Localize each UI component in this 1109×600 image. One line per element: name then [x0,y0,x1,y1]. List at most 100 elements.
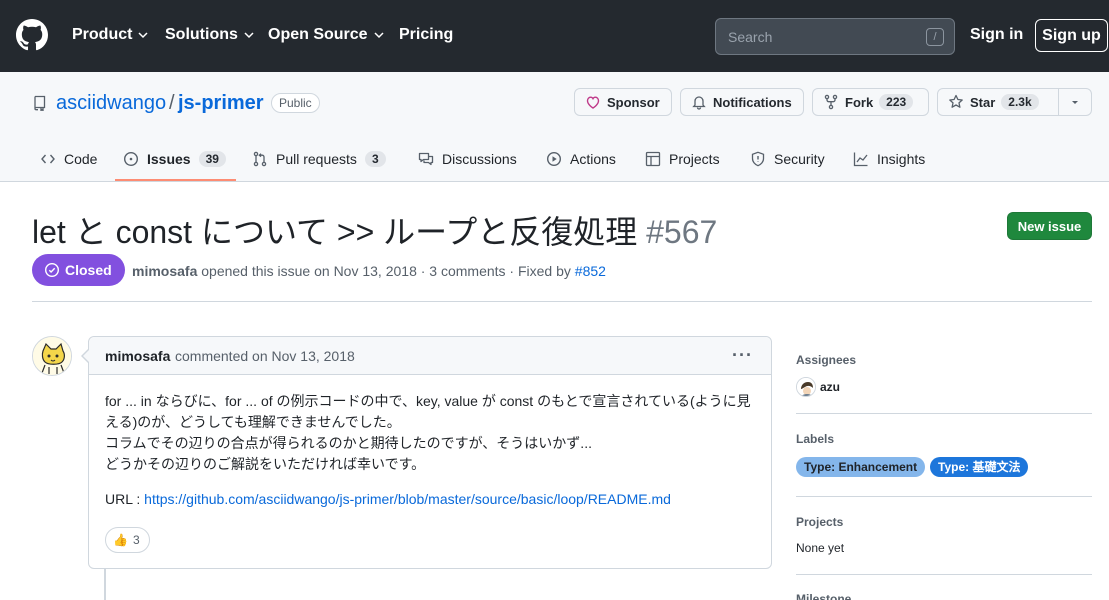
chevron-down-icon [138,32,148,39]
selected-tab-underline [115,179,236,181]
github-logo-icon[interactable] [16,19,48,51]
tab-insights[interactable]: Insights [853,149,925,169]
nav-open-source-label: Open Source [268,26,368,43]
repo-owner-link[interactable]: asciidwango [56,92,166,115]
tab-security-label: Security [774,151,825,167]
pull-request-icon [253,151,267,167]
search-shortcut-key: / [926,28,944,46]
issue-author-link[interactable]: mimosafa [132,263,197,279]
fork-count: 223 [879,94,914,110]
fork-button[interactable]: Fork 223 [812,88,929,116]
nav-pricing[interactable]: Pricing [399,26,453,44]
chevron-down-icon [374,32,384,39]
discussions-icon [418,152,434,166]
comment-arrow-fill [83,349,90,363]
repo-separator: / [169,92,175,114]
assignee-avatar [796,377,816,397]
sign-up-button[interactable]: Sign up [1035,19,1108,52]
search-input[interactable]: Search / [715,18,955,55]
avatar[interactable] [32,336,72,376]
tab-projects[interactable]: Projects [645,149,720,169]
nav-pricing-label: Pricing [399,26,454,43]
assignee-avatar-icon [797,378,815,396]
tab-discussions-label: Discussions [442,151,517,167]
star-icon [949,94,963,108]
star-count: 2.3k [1001,94,1039,110]
tab-issues[interactable]: Issues 39 [123,149,226,169]
play-icon [546,151,562,167]
labels-heading[interactable]: Labels [796,432,834,446]
issue-comment: mimosafa commented on Nov 13, 2018 ··· f… [88,336,772,569]
nav-open-source[interactable]: Open Source [268,26,384,44]
projects-heading[interactable]: Projects [796,515,843,529]
star-list-dropdown[interactable] [1058,88,1092,116]
tab-code[interactable]: Code [40,149,97,169]
sign-in-link[interactable]: Sign in [970,26,1023,44]
projects-value: None yet [796,541,845,555]
comment-header: mimosafa commented on Nov 13, 2018 ··· [89,337,771,375]
thumbs-up-icon: 👍 [113,533,128,547]
issue-state-badge: Closed [32,254,125,286]
table-icon [645,151,661,167]
label-enhancement[interactable]: Type: Enhancement [796,457,926,477]
milestone-heading[interactable]: Milestone [796,592,851,600]
shield-icon [751,151,765,167]
code-icon [41,154,55,164]
heart-icon [586,96,600,109]
assignees-heading[interactable]: Assignees [796,353,856,367]
star-button[interactable]: Star 2.3k [937,88,1059,116]
tab-discussions[interactable]: Discussions [418,149,517,169]
issue-icon [123,151,139,167]
repo-icon [34,95,46,111]
comment-paragraph: for ... in ならびに、for ... of の例示コードの中で、key… [105,393,751,430]
tab-security[interactable]: Security [750,149,825,169]
tab-pull-requests[interactable]: Pull requests 3 [252,149,386,169]
assignee-name: azu [820,380,841,394]
check-circle-icon [44,262,60,278]
nav-product[interactable]: Product [72,26,148,44]
issue-title-text: let と const について >> ループと反復処理 [32,214,638,250]
tab-code-label: Code [64,151,98,167]
global-header: Product Solutions Open Source Pricing Se… [0,0,1109,72]
tab-issues-label: Issues [147,151,191,167]
notifications-button[interactable]: Notifications [680,88,804,116]
fork-label: Fork [845,94,874,110]
tab-pull-requests-label: Pull requests [276,151,357,167]
label-basic-syntax[interactable]: Type: 基礎文法 [930,457,1029,477]
sponsor-button[interactable]: Sponsor [574,88,672,116]
triangle-down-icon [1072,101,1078,104]
reaction-thumbs-up[interactable]: 👍 3 [105,527,150,553]
star-label: Star [970,94,996,110]
issue-title: let と const について >> ループと反復処理 #567 [32,207,717,253]
comment-paragraph: コラムでその辺りの合点が得られるのかと期待したのですが、そうはいかず... [105,435,592,451]
nav-solutions[interactable]: Solutions [165,26,254,44]
comment-body: for ... in ならびに、for ... of の例示コードの中で、key… [105,391,755,475]
comment-url-line: URL : https://github.com/asciidwango/js-… [105,491,671,507]
tab-actions[interactable]: Actions [546,149,616,169]
visibility-badge: Public [271,93,320,113]
assignee-item[interactable]: azu [796,377,840,397]
search-placeholder: Search [728,29,773,45]
bell-icon [692,96,706,110]
readme-link[interactable]: https://github.com/asciidwango/js-primer… [144,491,671,507]
comment-author-link[interactable]: mimosafa [105,348,170,364]
sidebar-divider [796,413,1092,414]
sponsor-label: Sponsor [607,94,660,110]
repo-name-link[interactable]: js-primer [178,92,264,115]
cat-avatar-icon [33,337,71,375]
url-label: URL : [105,491,145,507]
issue-state-label: Closed [65,262,112,278]
graph-icon [853,152,868,167]
tab-issues-count: 39 [198,151,226,167]
sidebar-divider [796,496,1092,497]
chevron-down-icon [244,32,254,39]
tab-projects-label: Projects [669,151,720,167]
comment-paragraph: どうかその辺りのご解説をいただければ幸いです。 [105,456,426,472]
issue-meta: mimosafa opened this issue on Nov 13, 20… [132,263,606,279]
new-issue-button[interactable]: New issue [1007,212,1092,240]
title-divider [32,301,1092,302]
timeline-line [104,569,106,600]
comment-menu-icon[interactable]: ··· [732,345,753,366]
fixed-by-link[interactable]: #852 [575,263,606,279]
comment-date[interactable]: commented on Nov 13, 2018 [175,348,355,364]
